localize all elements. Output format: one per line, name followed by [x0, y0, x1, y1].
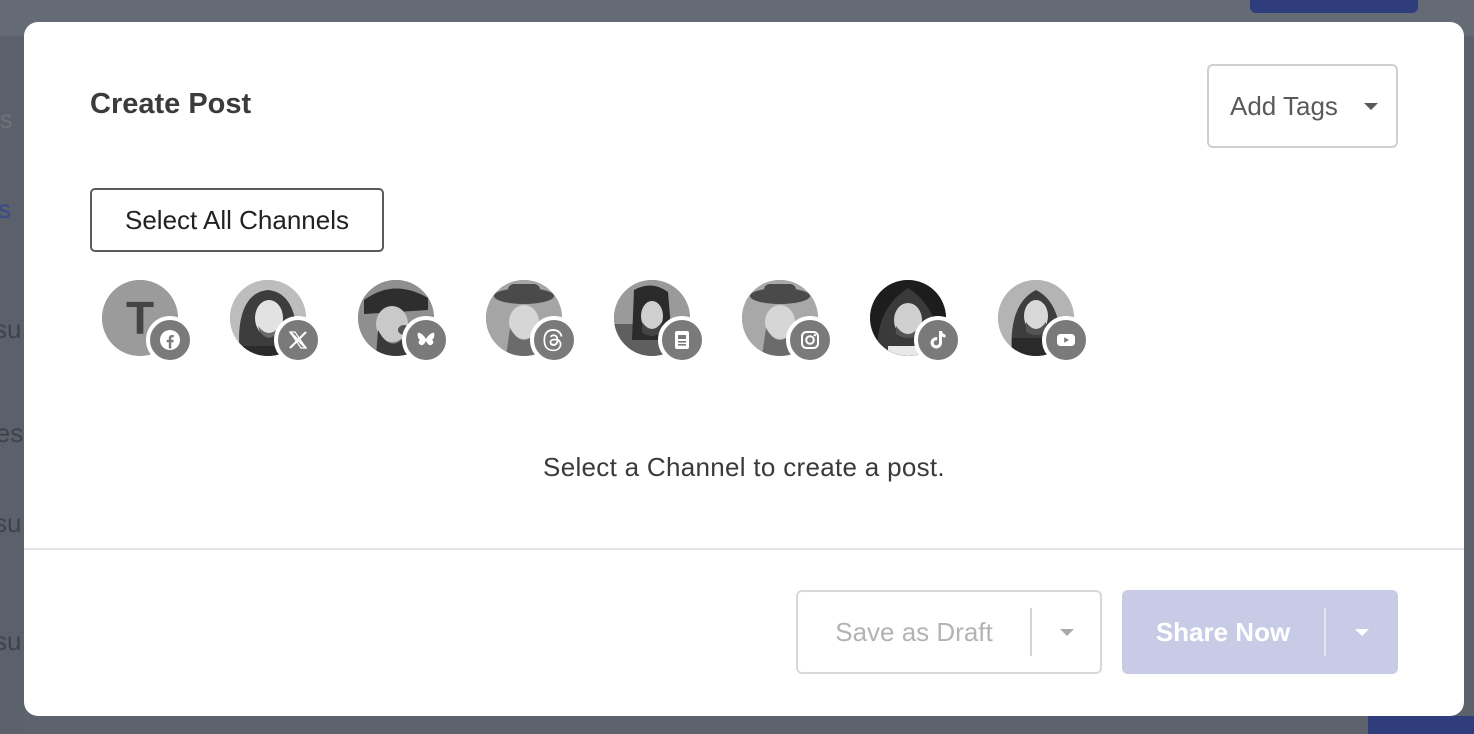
- instagram-icon: [786, 316, 834, 364]
- contact-card-icon: [658, 316, 706, 364]
- add-tags-dropdown[interactable]: Add Tags: [1207, 64, 1398, 148]
- channel-facebook[interactable]: T: [102, 280, 194, 364]
- add-tags-label: Add Tags: [1230, 90, 1338, 121]
- channel-youtube[interactable]: [998, 280, 1090, 364]
- background-text-fragment: su: [0, 508, 22, 538]
- empty-state-message: Select a Channel to create a post.: [543, 452, 945, 482]
- background-bottom-button: [1368, 716, 1474, 734]
- background-text-fragment: su: [0, 314, 22, 344]
- chevron-down-icon: [1060, 628, 1074, 636]
- save-draft-button[interactable]: Save as Draft: [798, 592, 1030, 672]
- bluesky-icon: [402, 316, 450, 364]
- channel-x[interactable]: [230, 280, 322, 364]
- create-post-modal: Create Post Add Tags Select All Channels…: [24, 22, 1464, 716]
- share-now-button[interactable]: Share Now: [1122, 590, 1324, 674]
- save-draft-options-button[interactable]: [1032, 592, 1102, 672]
- channel-tiktok[interactable]: [870, 280, 962, 364]
- channel-instagram[interactable]: [742, 280, 834, 364]
- background-text-fragment: les: [0, 418, 24, 448]
- share-now-split-button: Share Now: [1122, 590, 1398, 674]
- threads-icon: [530, 316, 578, 364]
- background-text-fragment: ls: [0, 104, 13, 134]
- modal-title: Create Post: [90, 88, 252, 120]
- save-draft-split-button: Save as Draft: [796, 590, 1102, 674]
- facebook-icon: [146, 316, 194, 364]
- tiktok-icon: [914, 316, 962, 364]
- chevron-down-icon: [1355, 628, 1369, 636]
- select-all-channels-button[interactable]: Select All Channels: [90, 188, 384, 252]
- background-text-fragment: s: [0, 194, 11, 224]
- background-right-panel: [1464, 36, 1474, 734]
- channel-bluesky[interactable]: [358, 280, 450, 364]
- x-icon: [274, 316, 322, 364]
- youtube-icon: [1042, 316, 1090, 364]
- chevron-down-icon: [1364, 103, 1378, 110]
- footer-divider: [24, 548, 1464, 550]
- share-options-button[interactable]: [1326, 590, 1398, 674]
- background-text-fragment: su: [0, 626, 22, 656]
- background-primary-button: [1250, 0, 1418, 13]
- channel-profile[interactable]: [614, 280, 706, 364]
- channel-threads[interactable]: [486, 280, 578, 364]
